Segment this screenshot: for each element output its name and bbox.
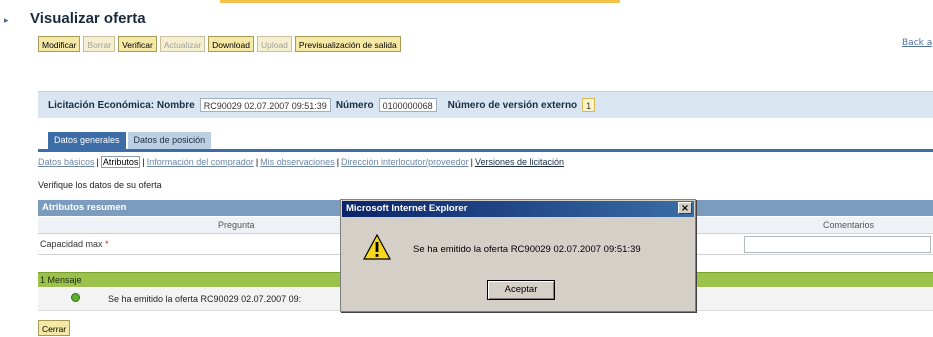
message-text: Se ha emitido la oferta RC90029 02.07.20… [108,294,302,304]
sub-navigation: Datos básicos | Atributos | Información del … [38,156,564,168]
dialog-close-icon[interactable]: × [678,202,692,214]
bid-number-label: Número [335,99,374,111]
bid-name-label: Licitación Económica: Nombre [48,99,195,111]
tab-bar: Datos generales Datos de posición [48,132,212,149]
dialog-title: Microsoft Internet Explorer [342,201,694,217]
tab-underline [38,149,933,152]
accept-button[interactable]: Aceptar [487,280,555,300]
success-status-icon [71,293,80,302]
verify-button[interactable]: Verificar [118,36,157,52]
required-marker: * [105,239,109,249]
top-accent-bar [220,0,620,3]
link-bid-versions[interactable]: Versiones de licitación [475,157,564,167]
link-contact-address[interactable]: Dirección interlocutor/proveedor [341,157,469,167]
toolbar: Modificar Borrar Verificar Actualizar Do… [38,36,401,52]
comments-column-header: Comentarios [823,220,875,230]
dialog-message: Se ha emitido la oferta RC90029 02.07.20… [413,244,641,255]
close-button[interactable]: Cerrar [38,320,71,336]
link-basic-data[interactable]: Datos básicos [38,157,95,167]
external-version-label: Número de versión externo [447,99,578,111]
instruction-text: Verifique los datos de su oferta [38,180,162,190]
delete-button[interactable]: Borrar [83,36,116,52]
bid-header: Licitación Económica: Nombre RC90029 02.… [38,91,933,118]
link-buyer-info[interactable]: Información del comprador [147,157,254,167]
question-column-header: Pregunta [218,220,255,230]
back-link[interactable]: Back a [902,38,932,48]
modify-button[interactable]: Modificar [38,36,81,52]
update-button[interactable]: Actualizar [159,36,206,52]
external-version-field: 1 [582,98,596,112]
tab-item-data[interactable]: Datos de posición [127,132,212,149]
question-label: Capacidad max * [40,239,109,249]
page-title: Visualizar oferta [30,10,146,27]
tab-general-data[interactable]: Datos generales [48,132,126,149]
output-preview-button[interactable]: Previsualización de salida [294,36,401,52]
warning-icon [363,234,391,260]
alert-dialog: Microsoft Internet Explorer × Se ha emit… [340,199,696,312]
download-button[interactable]: Download [208,36,254,52]
bid-name-field: RC90029 02.07.2007 09:51:39 [199,98,331,112]
link-my-observations[interactable]: Mis observaciones [260,157,335,167]
upload-button[interactable]: Upload [256,36,292,52]
comment-input[interactable] [744,236,931,253]
collapse-arrow-icon[interactable]: ▸ [4,16,9,26]
bid-number-field: 0100000068 [378,98,437,112]
link-attributes[interactable]: Atributos [100,156,141,168]
